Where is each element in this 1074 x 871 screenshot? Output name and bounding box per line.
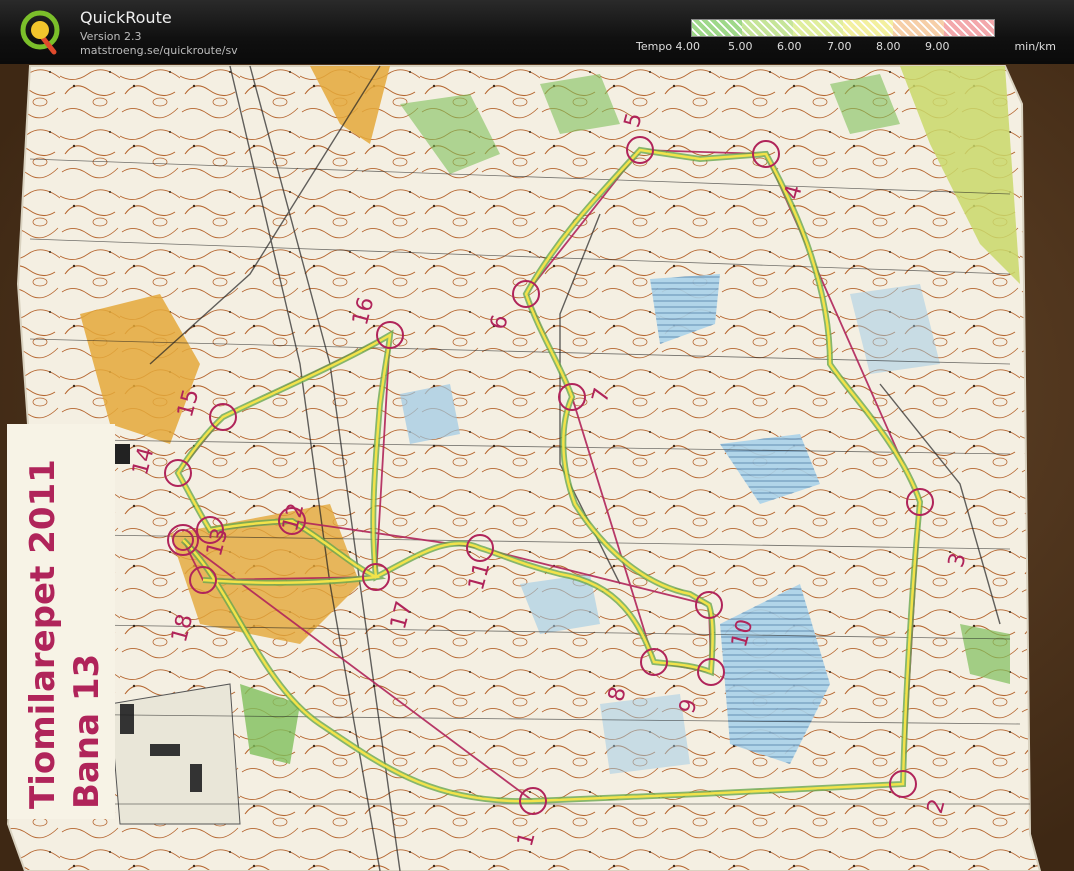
map-title-box: Tiomilarepet 2011 Bana 13 bbox=[7, 424, 115, 819]
pace-color-segment bbox=[692, 20, 743, 36]
pace-tick: 9.00 bbox=[925, 40, 950, 53]
pace-tick: 6.00 bbox=[777, 40, 802, 53]
app-header: QuickRoute Version 2.3 matstroeng.se/qui… bbox=[0, 0, 1074, 64]
event-title: Tiomilarepet 2011 bbox=[23, 459, 63, 809]
pace-tick: Tempo 4.00 bbox=[636, 40, 701, 53]
app-url[interactable]: matstroeng.se/quickroute/sv bbox=[80, 44, 238, 57]
pace-tick: 5.00 bbox=[728, 40, 753, 53]
pace-color-segment bbox=[792, 20, 843, 36]
pace-tick: 7.00 bbox=[827, 40, 852, 53]
pace-color-legend bbox=[691, 19, 995, 37]
quickroute-logo-icon bbox=[20, 10, 60, 55]
pace-color-segment bbox=[943, 20, 994, 36]
pace-unit: min/km bbox=[1014, 40, 1056, 53]
pace-color-segment bbox=[742, 20, 793, 36]
pace-color-segment bbox=[893, 20, 944, 36]
orienteering-map[interactable]: 123456789101112131415161718 Tiomilarepet… bbox=[0, 64, 1074, 871]
pace-color-segment bbox=[842, 20, 894, 36]
app-title: QuickRoute bbox=[80, 8, 172, 27]
pace-tick: 8.00 bbox=[876, 40, 901, 53]
course-name: Bana 13 bbox=[67, 654, 107, 809]
app-version: Version 2.3 bbox=[80, 30, 142, 43]
